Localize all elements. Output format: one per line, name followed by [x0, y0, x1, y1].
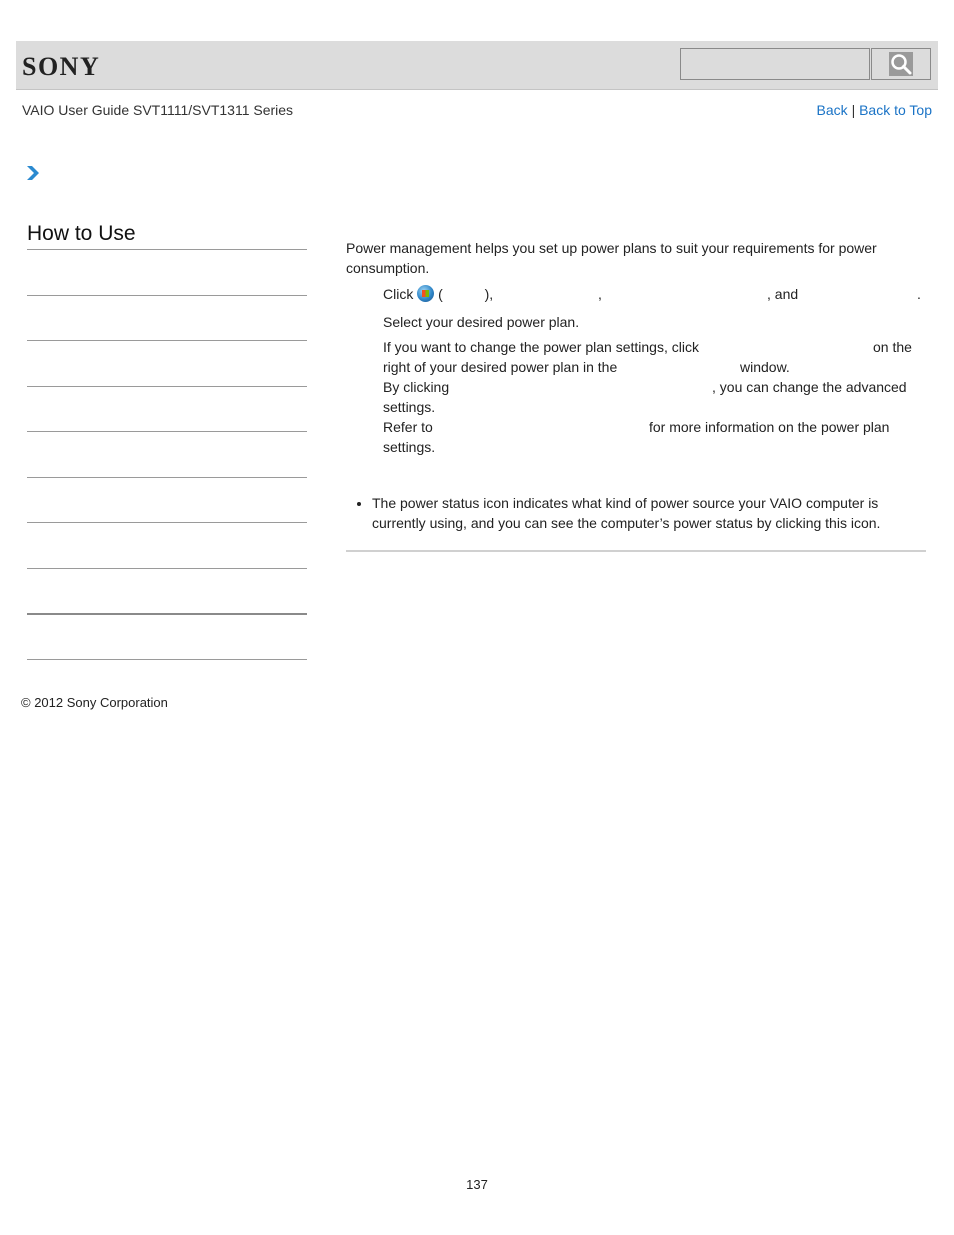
sidebar-title: How to Use — [27, 222, 136, 245]
sony-logo[interactable]: SONY — [22, 52, 100, 82]
back-link[interactable]: Back — [817, 102, 848, 118]
note-item: The power status icon indicates what kin… — [372, 493, 914, 533]
step-3: If you want to change the power plan set… — [383, 337, 923, 457]
sidebar-item[interactable] — [27, 295, 307, 296]
sidebar-item[interactable] — [27, 659, 307, 660]
step1-open-paren: ( — [438, 286, 443, 302]
step3-line3-b: , you can change the advanced — [712, 379, 907, 395]
chevron-right-icon[interactable] — [26, 165, 40, 181]
nav-links: Back | Back to Top — [817, 102, 932, 118]
back-to-top-link[interactable]: Back to Top — [859, 102, 932, 118]
step3-line5-b: for more information on the power plan — [649, 419, 890, 435]
step1-click: Click — [383, 286, 414, 302]
step1-period: . — [917, 286, 921, 302]
sidebar-item[interactable] — [27, 568, 307, 569]
step1-close-paren: ), — [484, 286, 494, 302]
step1-and: , and — [767, 286, 799, 302]
sidebar-item[interactable] — [27, 431, 307, 432]
note: The power status icon indicates what kin… — [354, 493, 914, 533]
guide-title: VAIO User Guide SVT1111/SVT1311 Series — [22, 102, 294, 118]
main-content: Power management helps you set up power … — [346, 238, 926, 531]
step1-comma: , — [598, 286, 602, 302]
step3-line2-a: right of your desired power plan in the — [383, 359, 618, 375]
step3-line6: settings. — [383, 439, 436, 455]
step-2: Select your desired power plan. — [383, 314, 580, 330]
magnifier-icon — [889, 52, 913, 76]
step3-line3-a: By clicking — [383, 379, 450, 395]
header-bar: SONY — [16, 41, 938, 90]
sidebar-divider — [27, 249, 307, 250]
step3-line5-a: Refer to — [383, 419, 433, 435]
intro-text: Power management helps you set up power … — [346, 240, 877, 276]
sidebar-item[interactable] — [27, 477, 307, 478]
sidebar-item[interactable] — [27, 386, 307, 387]
step-1: Click ( ), , , and . — [383, 284, 923, 304]
step3-line4: settings. — [383, 399, 436, 415]
sidebar-item[interactable] — [27, 613, 307, 615]
sidebar-item[interactable] — [27, 340, 307, 341]
copyright: © 2012 Sony Corporation — [21, 695, 168, 710]
page-number: 137 — [466, 1177, 488, 1192]
step3-line1-b: on the — [873, 339, 912, 355]
step3-line1-a: If you want to change the power plan set… — [383, 339, 699, 355]
windows-start-icon — [417, 285, 435, 302]
step3-line2-b: window. — [740, 359, 790, 375]
nav-separator: | — [851, 102, 856, 118]
sidebar-item[interactable] — [27, 522, 307, 523]
content-divider — [346, 550, 926, 552]
search-button[interactable] — [871, 48, 931, 80]
search-input[interactable] — [680, 48, 870, 80]
